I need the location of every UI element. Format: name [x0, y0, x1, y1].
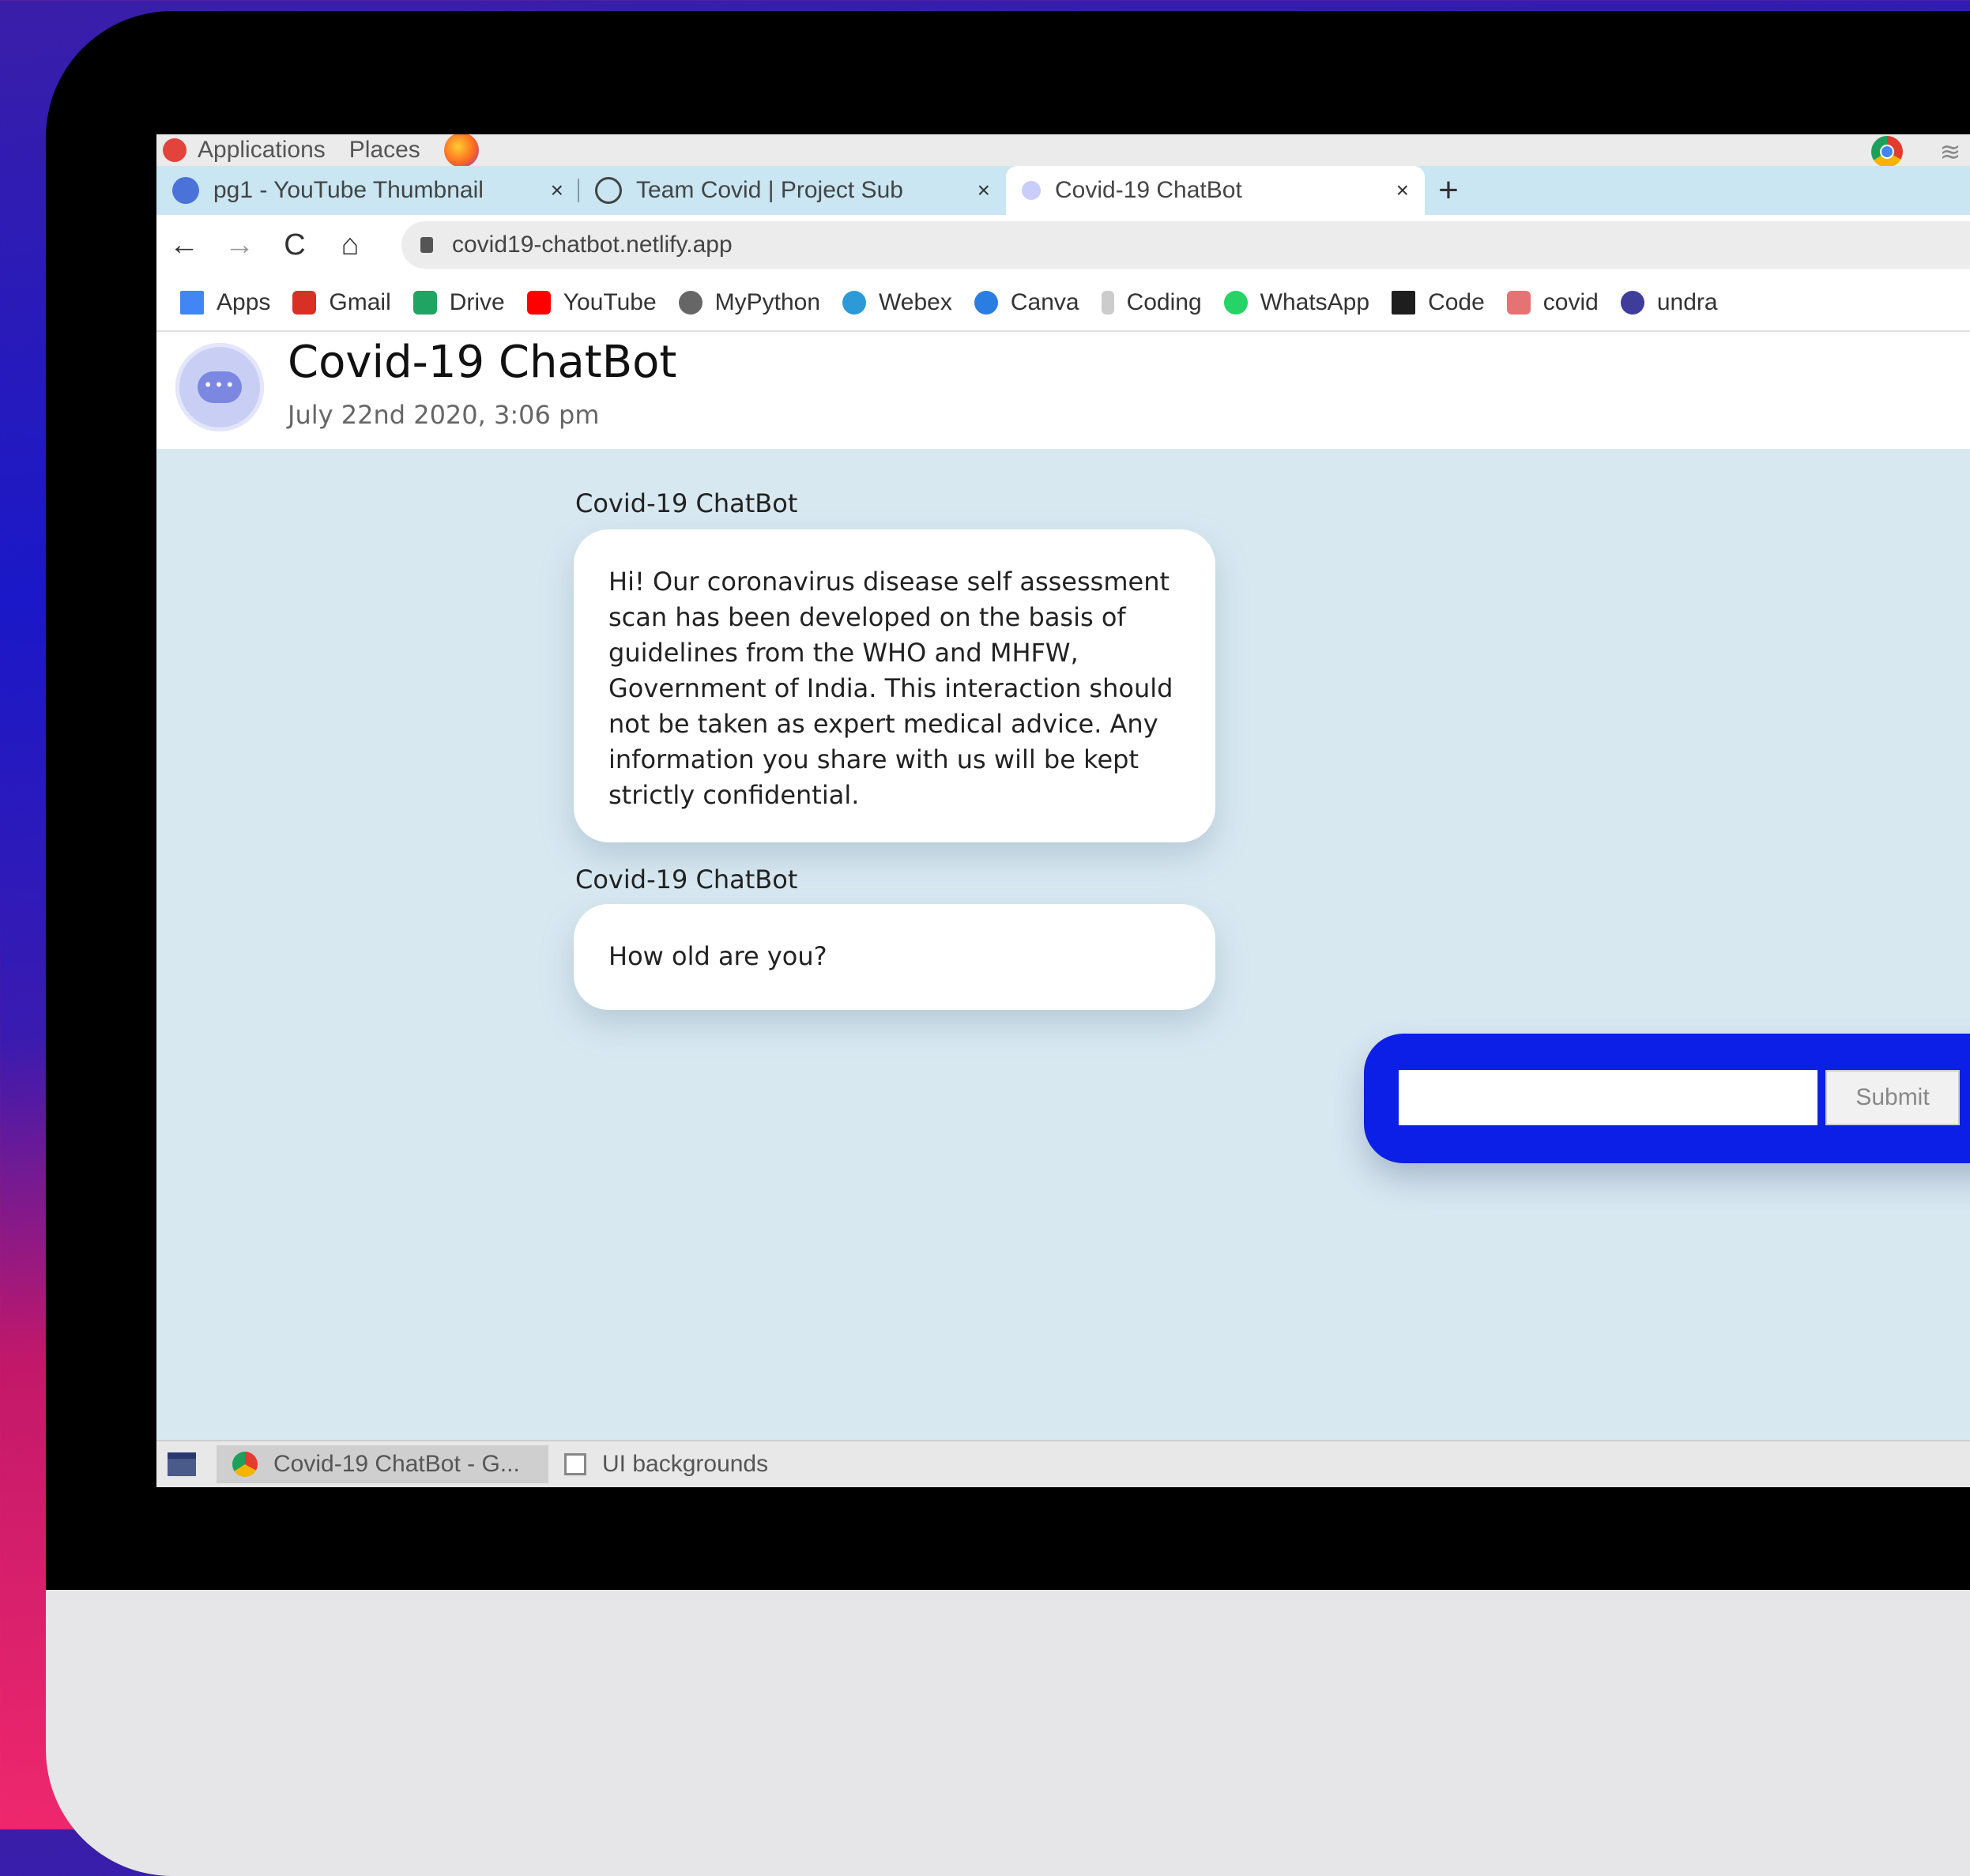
bookmark-label: Webex [879, 289, 952, 315]
tab-close-icon[interactable]: × [551, 178, 563, 203]
mypython-icon [678, 291, 702, 315]
taskbar-item-label: UI backgrounds [602, 1451, 769, 1477]
reload-button[interactable]: C [267, 228, 322, 262]
wifi-icon[interactable]: ≋ [1934, 136, 1966, 168]
chat-header: ••• Covid-19 ChatBot July 22nd 2020, 3:0… [156, 332, 1970, 449]
bookmark-label: Apps [217, 289, 271, 315]
tab-favicon-icon [1022, 181, 1041, 200]
applications-menu[interactable]: Applications [198, 137, 326, 164]
gmail-icon [292, 291, 317, 315]
taskbar-item-label: Covid-19 ChatBot - G... [273, 1451, 520, 1477]
system-tray: ≋ [1871, 136, 1970, 168]
tab-youtube-thumbnail[interactable]: pg1 - YouTube Thumbnail × [156, 166, 579, 215]
bookmark-apps[interactable]: Apps [180, 289, 270, 316]
chatbot-avatar: ••• [175, 343, 264, 431]
drive-icon [412, 291, 437, 315]
message-text: How old are you? [608, 941, 827, 971]
bookmark-coding[interactable]: Coding [1101, 289, 1202, 316]
bookmark-label: undra [1656, 289, 1718, 315]
message-sender: Covid-19 ChatBot [575, 865, 798, 895]
chat-bubble-icon: ••• [198, 371, 242, 403]
bookmarks-bar: Apps Gmail Drive YouTube MyPython Webex … [156, 275, 1970, 332]
bookmark-label: Canva [1010, 289, 1079, 315]
bookmark-mypython[interactable]: MyPython [678, 289, 821, 316]
window-icon [564, 1453, 586, 1475]
tab-title: Team Covid | Project Sub [636, 177, 903, 203]
canva-icon [974, 291, 998, 315]
tab-close-icon[interactable]: × [1396, 178, 1409, 203]
taskbar-item-ui-backgrounds[interactable]: UI backgrounds [548, 1445, 784, 1483]
address-bar[interactable]: covid19-chatbot.netlify.app [401, 221, 1970, 269]
bookmark-drive[interactable]: Drive [412, 289, 505, 316]
chat-title: Covid-19 ChatBot [288, 337, 677, 388]
covid-icon [1506, 291, 1531, 315]
bookmark-gmail[interactable]: Gmail [292, 289, 391, 316]
tab-bar: pg1 - YouTube Thumbnail × Team Covid | P… [156, 166, 1970, 215]
home-button[interactable]: ⌂ [322, 228, 378, 262]
bookmark-label: Coding [1126, 289, 1202, 315]
bookmark-undraw[interactable]: undra [1620, 289, 1718, 316]
system-top-bar: Applications Places ≋ [156, 134, 1970, 168]
taskbar-item-chatbot[interactable]: Covid-19 ChatBot - G... [217, 1445, 548, 1483]
url-text: covid19-chatbot.netlify.app [452, 232, 733, 258]
taskbar: Covid-19 ChatBot - G... UI backgrounds [156, 1440, 1970, 1487]
bookmark-canva[interactable]: Canva [974, 289, 1079, 316]
bookmark-covid[interactable]: covid [1506, 289, 1599, 316]
whatsapp-icon [1223, 291, 1248, 315]
message-input-bar: Submit [1364, 1034, 1970, 1163]
chrome-icon[interactable] [1871, 136, 1903, 168]
bookmark-label: Drive [449, 289, 505, 315]
tab-favicon-icon [172, 177, 199, 204]
message-sender: Covid-19 ChatBot [575, 488, 798, 518]
lock-icon [420, 237, 433, 253]
forward-button[interactable]: → [212, 228, 267, 262]
show-desktop-icon[interactable] [168, 1452, 196, 1476]
new-tab-button[interactable]: + [1425, 166, 1472, 215]
monitor-frame: Applications Places ≋ pg1 - YouTube Thum… [46, 11, 1970, 1876]
bookmark-label: YouTube [563, 289, 657, 315]
tab-close-icon[interactable]: × [977, 178, 990, 203]
bookmark-label: MyPython [714, 289, 821, 315]
bookmark-youtube[interactable]: YouTube [526, 289, 657, 316]
bookmark-label: Gmail [329, 289, 391, 315]
message-text: Hi! Our coronavirus disease self assessm… [608, 567, 1173, 810]
chrome-icon [232, 1452, 258, 1477]
bookmark-webex[interactable]: Webex [842, 289, 952, 316]
tab-favicon-icon [595, 177, 622, 204]
bookmark-label: WhatsApp [1260, 289, 1370, 315]
message-bubble: Hi! Our coronavirus disease self assessm… [574, 529, 1215, 842]
bookmark-whatsapp[interactable]: WhatsApp [1223, 289, 1370, 316]
tab-team-covid[interactable]: Team Covid | Project Sub × [579, 166, 1006, 215]
firefox-icon[interactable] [443, 134, 479, 168]
places-menu[interactable]: Places [349, 137, 420, 164]
code-icon [1392, 291, 1416, 315]
tab-covid-chatbot[interactable]: Covid-19 ChatBot × [1006, 166, 1425, 215]
webex-icon [842, 291, 867, 315]
screen: Applications Places ≋ pg1 - YouTube Thum… [156, 134, 1970, 1487]
tab-title: Covid-19 ChatBot [1055, 177, 1242, 203]
youtube-icon [526, 291, 551, 315]
message-bubble: How old are you? [574, 904, 1215, 1010]
coding-icon [1101, 291, 1114, 315]
monitor-chin [46, 1590, 1970, 1876]
bookmark-label: Code [1428, 289, 1485, 315]
undraw-icon [1620, 291, 1644, 315]
submit-button[interactable]: Submit [1825, 1070, 1960, 1125]
apps-grid-icon [180, 291, 204, 315]
back-button[interactable]: ← [156, 228, 212, 262]
browser-toolbar: ← → C ⌂ covid19-chatbot.netlify.app [156, 215, 1970, 275]
message-input[interactable] [1399, 1070, 1817, 1125]
tab-title: pg1 - YouTube Thumbnail [213, 177, 484, 203]
bookmark-code[interactable]: Code [1392, 289, 1485, 316]
bookmark-label: covid [1542, 289, 1599, 315]
applications-icon[interactable] [163, 138, 186, 162]
chat-date: July 22nd 2020, 3:06 pm [288, 400, 600, 430]
